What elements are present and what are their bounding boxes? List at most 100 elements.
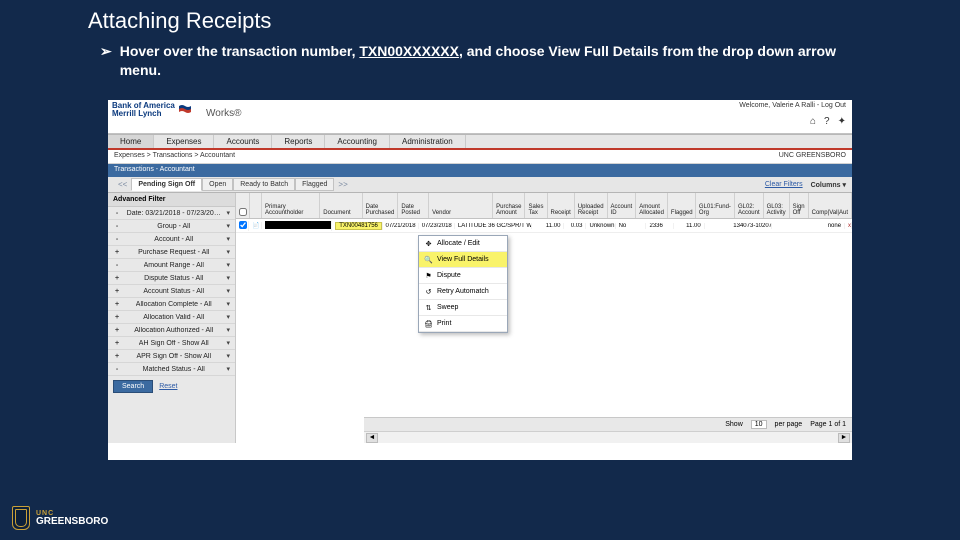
tab-flagged[interactable]: Flagged [295,178,334,191]
cell-date-posted: 07/23/2018 [419,223,455,229]
col-signoff[interactable]: Sign Off [790,193,809,218]
col-uploaded-receipt[interactable]: Uploaded Receipt [575,193,608,218]
per-page-select[interactable]: 10 [751,420,767,429]
cell-date-purchased: 07/21/2018 [383,223,419,229]
filter-label: Account Status - All [143,288,204,295]
home-icon[interactable]: ⌂ [810,116,816,127]
filter-apr-signoff[interactable]: +APR Sign Off - Show All▾ [108,350,235,363]
dd-retry-automatch[interactable]: ↺Retry Automatch [419,284,507,300]
filter-purchase-request[interactable]: +Purchase Request - All▾ [108,246,235,259]
col-sales-tax[interactable]: Sales Tax [525,193,547,218]
sweep-icon: ⇅ [424,303,433,312]
txn-link[interactable]: TXN00481756 [335,222,382,230]
page-indicator: Page 1 of 1 [810,421,846,428]
col-flagged[interactable]: Flagged [668,193,696,218]
expand-icon: + [113,301,121,308]
breadcrumb[interactable]: Expenses > Transactions > Accountant [114,152,235,161]
filter-alloc-complete[interactable]: +Allocation Complete - All▾ [108,298,235,311]
nav-home[interactable]: Home [108,135,154,148]
dd-label: Allocate / Edit [437,240,480,247]
app-screenshot: Bank of America Merrill Lynch Works® Wel… [108,100,852,460]
col-gl02[interactable]: GL02: Account [735,193,764,218]
filter-label: AH Sign Off - Show All [139,340,209,347]
brand-logo: Bank of America Merrill Lynch [112,102,191,117]
main-nav: Home Expenses Accounts Reports Accountin… [108,134,852,150]
col-cva[interactable]: Comp|Val|Aut [809,193,852,218]
filter-label: Date: 03/21/2018 - 07/23/20… [127,210,221,217]
filter-alloc-authorized[interactable]: +Allocation Authorized - All▾ [108,324,235,337]
dd-dispute[interactable]: ⚑Dispute [419,268,507,284]
filter-account-status[interactable]: +Account Status - All▾ [108,285,235,298]
col-amount-allocated[interactable]: Amount Allocated [636,193,668,218]
col-account-id[interactable]: Account ID [608,193,637,218]
row-checkbox[interactable] [239,221,247,229]
row-checkbox-cell[interactable] [236,221,249,231]
col-receipt[interactable]: Receipt [548,193,575,218]
horizontal-scrollbar[interactable]: ◄ ► [364,431,852,443]
scroll-right-icon[interactable]: ► [838,433,850,443]
print-icon: 🖨 [424,319,433,328]
chevron-down-icon: ▾ [226,300,230,308]
cell-document[interactable]: TXN00481756 [332,222,382,230]
nav-reports[interactable]: Reports [272,135,325,148]
search-button[interactable]: Search [113,380,153,393]
reset-link[interactable]: Reset [159,383,177,390]
select-all-checkbox[interactable] [239,208,247,216]
tab-open[interactable]: Open [202,178,233,191]
expand-icon: + [113,288,121,295]
filter-dispute-status[interactable]: +Dispute Status - All▾ [108,272,235,285]
table-row[interactable]: 📄 TXN00481756 07/21/2018 07/23/2018 LATI… [236,219,852,233]
uncg-line2: GREENSBORO [36,517,108,527]
expand-icon: - [113,210,121,217]
flag-icon [179,104,191,116]
tab-pending-signoff[interactable]: Pending Sign Off [131,178,202,191]
chevron-down-icon: ▾ [226,274,230,282]
nav-accounting[interactable]: Accounting [325,135,390,148]
col-vendor[interactable]: Vendor [429,193,493,218]
tab-prev[interactable]: << [114,180,131,189]
col-gl01[interactable]: GL01:Fund-Org [696,193,735,218]
filter-matched-status[interactable]: -Matched Status - All▾ [108,363,235,376]
expand-icon: + [113,353,121,360]
columns-button[interactable]: Columns ▾ [811,181,846,189]
clear-filters-link[interactable]: Clear Filters [765,181,803,189]
dd-sweep[interactable]: ⇅Sweep [419,300,507,316]
scroll-left-icon[interactable]: ◄ [366,433,378,443]
dd-view-full-details[interactable]: 🔍View Full Details [419,252,507,268]
filter-ah-signoff[interactable]: +AH Sign Off - Show All▾ [108,337,235,350]
col-checkbox[interactable] [236,193,250,218]
expand-icon: + [113,314,121,321]
col-accountholder[interactable]: Primary Accountholder [262,193,320,218]
cell-vendor: LATITUDE 36 GC/SPR/T WE [455,223,532,229]
settings-icon[interactable]: ✦ [838,116,846,127]
page-title: Attaching Receipts [88,8,271,34]
tab-ready-to-batch[interactable]: Ready to Batch [233,178,295,191]
filter-account[interactable]: -Account - All▾ [108,233,235,246]
nav-accounts[interactable]: Accounts [214,135,272,148]
col-gl03[interactable]: GL03: Activity [764,193,790,218]
flag-icon: ⚑ [424,271,433,280]
help-icon[interactable]: ? [824,116,830,127]
col-purchase-amount[interactable]: Purchase Amount [493,193,525,218]
filter-label: Dispute Status - All [144,275,203,282]
dd-label: Print [437,320,451,327]
uncg-logo: UNC GREENSBORO [12,506,108,530]
filter-alloc-valid[interactable]: +Allocation Valid - All▾ [108,311,235,324]
txn-dropdown[interactable]: ✥Allocate / Edit 🔍View Full Details ⚑Dis… [418,235,508,333]
col-date-purchased[interactable]: Date Purchased [363,193,399,218]
col-date-posted[interactable]: Date Posted [398,193,429,218]
retry-icon: ↺ [424,287,433,296]
col-document[interactable]: Document [320,193,362,218]
dd-print[interactable]: 🖨 Print [419,316,507,332]
nav-expenses[interactable]: Expenses [154,135,214,148]
welcome-text[interactable]: Welcome, Valerie A Ralli - Log Out [739,102,846,109]
chevron-down-icon: ▾ [226,365,230,373]
instruction-bullet: ➢ Hover over the transaction number, TXN… [100,42,870,80]
filter-amount-range[interactable]: -Amount Range - All▾ [108,259,235,272]
tab-next[interactable]: >> [334,180,351,189]
chevron-down-icon: ▾ [226,313,230,321]
dd-allocate-edit[interactable]: ✥Allocate / Edit [419,236,507,252]
filter-date[interactable]: -Date: 03/21/2018 - 07/23/20…▾ [108,207,235,220]
nav-administration[interactable]: Administration [390,135,466,148]
filter-group[interactable]: -Group - All▾ [108,220,235,233]
